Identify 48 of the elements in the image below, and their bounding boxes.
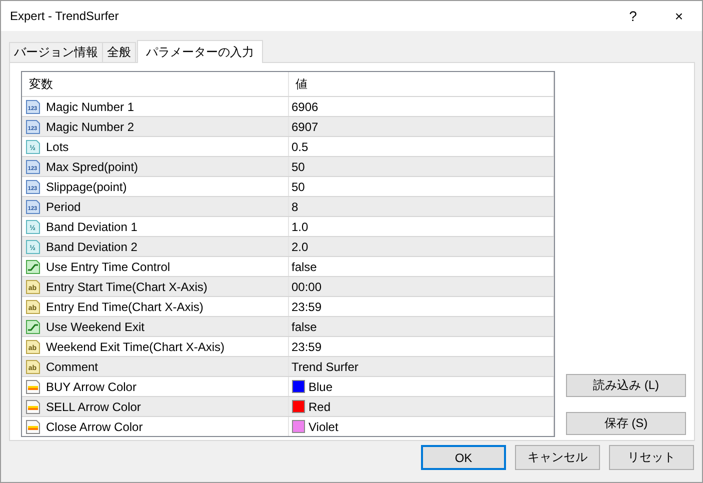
parameter-value[interactable]: 2.0 bbox=[292, 240, 308, 254]
parameter-value[interactable]: Blue bbox=[308, 380, 333, 394]
tab[interactable]: 全般 bbox=[102, 42, 136, 62]
dialog-button[interactable]: キャンセル bbox=[515, 445, 600, 470]
parameter-value[interactable]: Red bbox=[308, 400, 331, 414]
dialog-button[interactable]: 保存 (S) bbox=[566, 412, 686, 435]
parameter-name: Weekend Exit Time(Chart X-Axis) bbox=[46, 340, 224, 354]
toggle-icon bbox=[25, 318, 41, 334]
dialog-button[interactable]: リセット bbox=[609, 445, 694, 470]
parameter-name: Close Arrow Color bbox=[46, 420, 143, 434]
help-button[interactable]: ? bbox=[610, 1, 656, 31]
parameter-name: Band Deviation 2 bbox=[46, 240, 138, 254]
tab[interactable]: パラメーターの入力 bbox=[137, 40, 263, 63]
parameter-name: Use Weekend Exit bbox=[46, 320, 144, 334]
parameter-value[interactable]: Violet bbox=[308, 420, 338, 434]
parameter-value[interactable]: 0.5 bbox=[292, 140, 308, 154]
parameter-value[interactable]: 8 bbox=[292, 200, 298, 214]
parameter-name: Magic Number 2 bbox=[46, 120, 134, 134]
parameter-name: Band Deviation 1 bbox=[46, 220, 138, 234]
window-title: Expert - TrendSurfer bbox=[9, 9, 120, 23]
parameter-name: Entry Start Time(Chart X-Axis) bbox=[46, 280, 208, 294]
parameter-value[interactable]: 1.0 bbox=[292, 220, 308, 234]
parameter-value[interactable]: 50 bbox=[292, 160, 305, 174]
parameter-name: Entry End Time(Chart X-Axis) bbox=[46, 300, 204, 314]
parameter-name: Magic Number 1 bbox=[46, 100, 134, 114]
dialog-button[interactable]: 読み込み (L) bbox=[566, 374, 686, 397]
parameter-value[interactable]: 6906 bbox=[292, 100, 318, 114]
palette-icon bbox=[25, 398, 41, 414]
close-button[interactable]: × bbox=[656, 1, 702, 31]
parameter-value[interactable]: 50 bbox=[292, 180, 305, 194]
parameter-name: Slippage(point) bbox=[46, 180, 127, 194]
parameter-value[interactable]: 23:59 bbox=[292, 340, 322, 354]
dialog-button[interactable]: OK bbox=[421, 445, 506, 470]
parameter-value[interactable]: false bbox=[292, 260, 317, 274]
parameter-name: Max Spred(point) bbox=[46, 160, 138, 174]
parameter-value[interactable]: Trend Surfer bbox=[292, 360, 358, 374]
parameter-name: Use Entry Time Control bbox=[46, 260, 170, 274]
parameter-name: SELL Arrow Color bbox=[46, 400, 141, 414]
toggle-icon bbox=[25, 258, 41, 274]
parameter-value[interactable]: 6907 bbox=[292, 120, 318, 134]
parameter-value[interactable]: false bbox=[292, 320, 317, 334]
parameter-name: Period bbox=[46, 200, 81, 214]
parameter-value[interactable]: 23:59 bbox=[292, 300, 322, 314]
parameter-value[interactable]: 00:00 bbox=[292, 280, 322, 294]
tab[interactable]: バージョン情報 bbox=[9, 42, 103, 62]
parameter-name: BUY Arrow Color bbox=[46, 380, 136, 394]
parameter-name: Lots bbox=[46, 140, 69, 154]
parameter-name: Comment bbox=[46, 360, 98, 374]
